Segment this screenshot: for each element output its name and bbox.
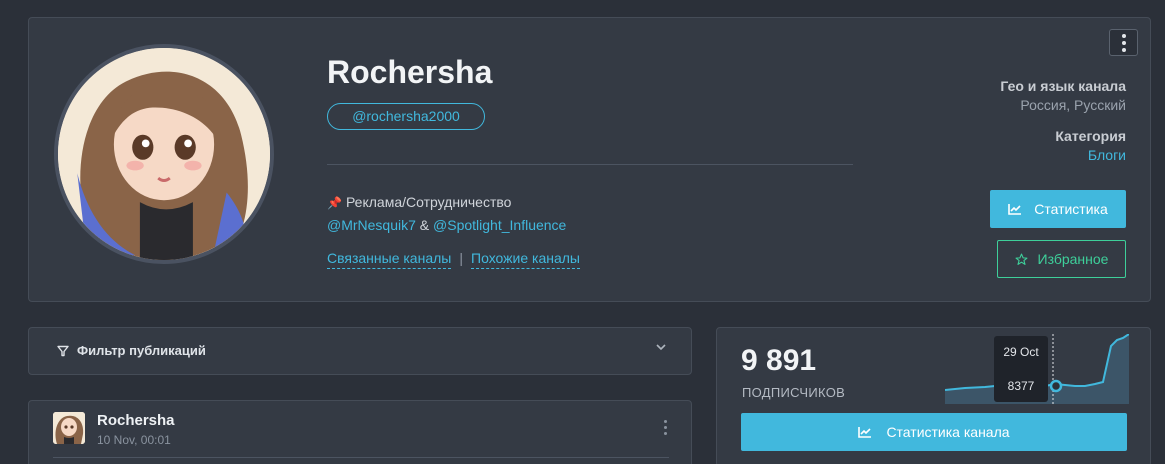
channel-name: Rochersha xyxy=(327,54,493,90)
links-divider: | xyxy=(459,250,463,266)
filter-label: Фильтр публикаций xyxy=(77,343,206,358)
more-menu-button[interactable] xyxy=(1109,29,1138,56)
description-text: Реклама/Сотрудничество xyxy=(345,194,512,210)
post-card: Rochersha 10 Nov, 00:01 xyxy=(28,400,692,464)
pin-icon: 📌 xyxy=(327,196,342,210)
channel-avatar xyxy=(54,44,274,264)
channel-description: 📌 Реклама/Сотрудничество @MrNesquik7 & @S… xyxy=(327,191,566,236)
divider xyxy=(53,457,669,458)
category-block: Категория Блоги xyxy=(1055,128,1126,163)
star-icon xyxy=(1015,253,1027,265)
subscriber-count: 9 891 xyxy=(741,344,817,377)
channel-profile-card: Rochersha @rochersha2000 📌 Реклама/Сотруд… xyxy=(28,17,1151,302)
tooltip-value: 8377 xyxy=(1007,379,1035,393)
channel-links: Связанные каналы | Похожие каналы xyxy=(327,250,580,269)
chevron-down-icon[interactable] xyxy=(655,342,667,352)
chart-icon xyxy=(1008,204,1022,215)
contact-link-1[interactable]: @MrNesquik7 xyxy=(327,217,416,233)
geo-label: Гео и язык канала xyxy=(1000,78,1126,94)
channel-statistics-button-label: Статистика канала xyxy=(886,424,1010,440)
post-date: 10 Nov, 00:01 xyxy=(97,433,171,447)
category-link[interactable]: Блоги xyxy=(1055,147,1126,163)
channel-statistics-button[interactable]: Статистика канала xyxy=(741,413,1127,451)
post-menu-button[interactable] xyxy=(664,420,667,435)
statistics-button-label: Статистика xyxy=(1034,201,1108,217)
subscriber-label: ПОДПИСЧИКОВ xyxy=(742,385,846,400)
channel-handle[interactable]: @rochersha2000 xyxy=(327,103,485,130)
favorite-button-label: Избранное xyxy=(1037,251,1109,267)
amp-text: & xyxy=(415,217,434,233)
avatar-illustration xyxy=(53,412,85,444)
filter-icon xyxy=(57,345,69,356)
favorite-button[interactable]: Избранное xyxy=(997,240,1126,278)
post-author[interactable]: Rochersha xyxy=(97,412,175,429)
chart-tooltip: 29 Oct 8377 xyxy=(994,336,1048,402)
related-channels-link[interactable]: Связанные каналы xyxy=(327,250,452,269)
subscribers-stats-card: 9 891 ПОДПИСЧИКОВ 29 Oct 8377 Статистика… xyxy=(716,327,1151,464)
geo-value: Россия, Русский xyxy=(1020,97,1126,113)
menu-dots-icon xyxy=(1121,33,1126,38)
tooltip-date: 29 Oct xyxy=(1003,345,1039,359)
category-label: Категория xyxy=(1055,128,1126,144)
chart-icon xyxy=(858,427,872,438)
geo-block: Гео и язык канала Россия, Русский xyxy=(1000,78,1126,113)
similar-channels-link[interactable]: Похожие каналы xyxy=(471,250,580,269)
divider xyxy=(327,164,853,165)
menu-dots-icon xyxy=(664,420,667,423)
avatar-illustration xyxy=(58,48,270,260)
filter-title: Фильтр публикаций xyxy=(57,343,206,358)
statistics-button[interactable]: Статистика xyxy=(990,190,1126,228)
publication-filter[interactable]: Фильтр публикаций xyxy=(28,327,692,375)
contact-link-2[interactable]: @Spotlight_Influence xyxy=(433,217,566,233)
post-avatar xyxy=(53,412,85,444)
